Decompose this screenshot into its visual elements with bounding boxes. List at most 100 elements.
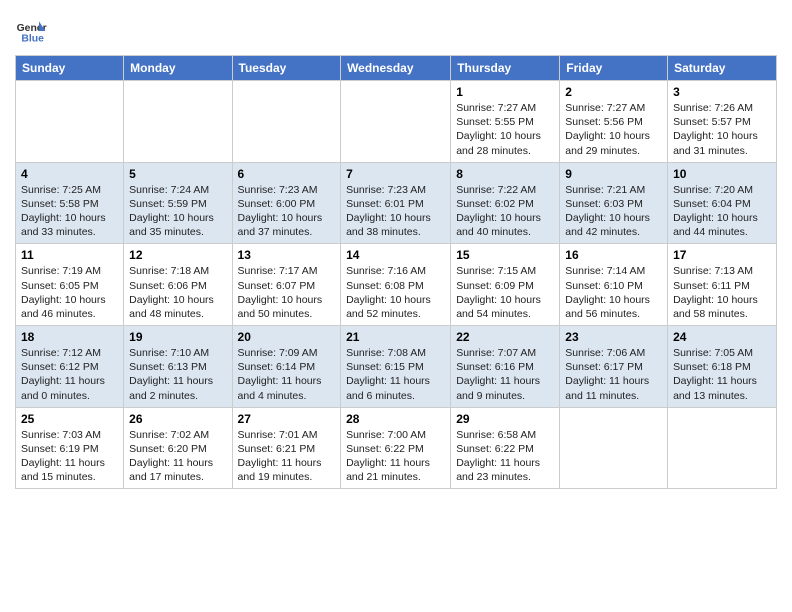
day-content: Sunrise: 7:13 AMSunset: 6:11 PMDaylight:…: [673, 264, 771, 321]
calendar-cell: 14 Sunrise: 7:16 AMSunset: 6:08 PMDayligh…: [341, 244, 451, 326]
calendar-cell: 27 Sunrise: 7:01 AMSunset: 6:21 PMDayligh…: [232, 407, 341, 489]
calendar-cell: 29 Sunrise: 6:58 AMSunset: 6:22 PMDayligh…: [451, 407, 560, 489]
week-row-0: 1 Sunrise: 7:27 AMSunset: 5:55 PMDaylight…: [16, 81, 777, 163]
day-number: 23: [565, 330, 662, 344]
calendar-cell: 3 Sunrise: 7:26 AMSunset: 5:57 PMDaylight…: [668, 81, 777, 163]
day-number: 1: [456, 85, 554, 99]
day-number: 6: [238, 167, 336, 181]
calendar-cell: 28Sunrise: 7:00 AMSunset: 6:22 PMDayligh…: [341, 407, 451, 489]
day-content: Sunrise: 7:26 AMSunset: 5:57 PMDaylight:…: [673, 101, 771, 158]
day-content: Sunrise: 7:08 AMSunset: 6:15 PMDaylight:…: [346, 346, 445, 403]
calendar-cell: [232, 81, 341, 163]
calendar-cell: 24 Sunrise: 7:05 AMSunset: 6:18 PMDayligh…: [668, 326, 777, 408]
calendar-cell: 18 Sunrise: 7:12 AMSunset: 6:12 PMDayligh…: [16, 326, 124, 408]
day-number: 4: [21, 167, 118, 181]
calendar-cell: 16 Sunrise: 7:14 AMSunset: 6:10 PMDayligh…: [560, 244, 668, 326]
calendar-cell: 4 Sunrise: 7:25 AMSunset: 5:58 PMDaylight…: [16, 162, 124, 244]
day-content: Sunrise: 7:27 AMSunset: 5:56 PMDaylight:…: [565, 101, 662, 158]
header-sunday: Sunday: [16, 56, 124, 81]
page-header: General Blue: [15, 10, 777, 47]
calendar-cell: [124, 81, 232, 163]
week-row-1: 4 Sunrise: 7:25 AMSunset: 5:58 PMDaylight…: [16, 162, 777, 244]
day-number: 18: [21, 330, 118, 344]
day-number: 12: [129, 248, 226, 262]
day-content: Sunrise: 7:02 AMSunset: 6:20 PMDaylight:…: [129, 428, 226, 485]
day-number: 20: [238, 330, 336, 344]
header-row: SundayMondayTuesdayWednesdayThursdayFrid…: [16, 56, 777, 81]
calendar-cell: [341, 81, 451, 163]
calendar-cell: 12 Sunrise: 7:18 AMSunset: 6:06 PMDayligh…: [124, 244, 232, 326]
calendar-cell: 1 Sunrise: 7:27 AMSunset: 5:55 PMDaylight…: [451, 81, 560, 163]
day-content: Sunrise: 7:14 AMSunset: 6:10 PMDaylight:…: [565, 264, 662, 321]
day-content: Sunrise: 7:22 AMSunset: 6:02 PMDaylight:…: [456, 183, 554, 240]
day-content: Sunrise: 7:10 AMSunset: 6:13 PMDaylight:…: [129, 346, 226, 403]
day-number: 5: [129, 167, 226, 181]
day-number: 3: [673, 85, 771, 99]
day-content: Sunrise: 7:24 AMSunset: 5:59 PMDaylight:…: [129, 183, 226, 240]
day-number: 27: [238, 412, 336, 426]
day-number: 21: [346, 330, 445, 344]
day-content: Sunrise: 7:03 AMSunset: 6:19 PMDaylight:…: [21, 428, 118, 485]
day-content: Sunrise: 7:23 AMSunset: 6:00 PMDaylight:…: [238, 183, 336, 240]
header-thursday: Thursday: [451, 56, 560, 81]
calendar-cell: 7Sunrise: 7:23 AMSunset: 6:01 PMDaylight…: [341, 162, 451, 244]
svg-text:Blue: Blue: [21, 33, 44, 44]
calendar-cell: 17 Sunrise: 7:13 AMSunset: 6:11 PMDayligh…: [668, 244, 777, 326]
calendar-cell: 15 Sunrise: 7:15 AMSunset: 6:09 PMDayligh…: [451, 244, 560, 326]
day-number: 28: [346, 412, 445, 426]
day-number: 24: [673, 330, 771, 344]
day-content: Sunrise: 7:27 AMSunset: 5:55 PMDaylight:…: [456, 101, 554, 158]
day-content: Sunrise: 7:21 AMSunset: 6:03 PMDaylight:…: [565, 183, 662, 240]
calendar-cell: 5 Sunrise: 7:24 AMSunset: 5:59 PMDaylight…: [124, 162, 232, 244]
calendar-cell: [560, 407, 668, 489]
day-number: 14: [346, 248, 445, 262]
day-content: Sunrise: 7:09 AMSunset: 6:14 PMDaylight:…: [238, 346, 336, 403]
calendar-cell: 23 Sunrise: 7:06 AMSunset: 6:17 PMDayligh…: [560, 326, 668, 408]
day-content: Sunrise: 7:18 AMSunset: 6:06 PMDaylight:…: [129, 264, 226, 321]
day-number: 26: [129, 412, 226, 426]
calendar-cell: 11Sunrise: 7:19 AMSunset: 6:05 PMDayligh…: [16, 244, 124, 326]
week-row-4: 25 Sunrise: 7:03 AMSunset: 6:19 PMDayligh…: [16, 407, 777, 489]
calendar-cell: 6 Sunrise: 7:23 AMSunset: 6:00 PMDaylight…: [232, 162, 341, 244]
day-content: Sunrise: 7:01 AMSunset: 6:21 PMDaylight:…: [238, 428, 336, 485]
calendar-cell: 13Sunrise: 7:17 AMSunset: 6:07 PMDayligh…: [232, 244, 341, 326]
day-content: Sunrise: 7:15 AMSunset: 6:09 PMDaylight:…: [456, 264, 554, 321]
calendar-cell: 20 Sunrise: 7:09 AMSunset: 6:14 PMDayligh…: [232, 326, 341, 408]
day-number: 25: [21, 412, 118, 426]
logo: General Blue: [15, 15, 49, 47]
day-number: 8: [456, 167, 554, 181]
day-content: Sunrise: 7:16 AMSunset: 6:08 PMDaylight:…: [346, 264, 445, 321]
day-content: Sunrise: 7:06 AMSunset: 6:17 PMDaylight:…: [565, 346, 662, 403]
logo-icon: General Blue: [15, 15, 47, 47]
day-content: Sunrise: 7:20 AMSunset: 6:04 PMDaylight:…: [673, 183, 771, 240]
calendar-cell: 2 Sunrise: 7:27 AMSunset: 5:56 PMDaylight…: [560, 81, 668, 163]
calendar-table: SundayMondayTuesdayWednesdayThursdayFrid…: [15, 55, 777, 489]
calendar-cell: 19Sunrise: 7:10 AMSunset: 6:13 PMDayligh…: [124, 326, 232, 408]
day-number: 2: [565, 85, 662, 99]
header-friday: Friday: [560, 56, 668, 81]
day-content: Sunrise: 7:07 AMSunset: 6:16 PMDaylight:…: [456, 346, 554, 403]
header-saturday: Saturday: [668, 56, 777, 81]
week-row-2: 11Sunrise: 7:19 AMSunset: 6:05 PMDayligh…: [16, 244, 777, 326]
calendar-cell: [668, 407, 777, 489]
day-number: 9: [565, 167, 662, 181]
day-number: 13: [238, 248, 336, 262]
day-number: 17: [673, 248, 771, 262]
day-content: Sunrise: 7:12 AMSunset: 6:12 PMDaylight:…: [21, 346, 118, 403]
day-content: Sunrise: 7:23 AMSunset: 6:01 PMDaylight:…: [346, 183, 445, 240]
day-content: Sunrise: 6:58 AMSunset: 6:22 PMDaylight:…: [456, 428, 554, 485]
calendar-cell: 9 Sunrise: 7:21 AMSunset: 6:03 PMDaylight…: [560, 162, 668, 244]
calendar-cell: 25 Sunrise: 7:03 AMSunset: 6:19 PMDayligh…: [16, 407, 124, 489]
calendar-cell: 22 Sunrise: 7:07 AMSunset: 6:16 PMDayligh…: [451, 326, 560, 408]
day-content: Sunrise: 7:25 AMSunset: 5:58 PMDaylight:…: [21, 183, 118, 240]
day-content: Sunrise: 7:19 AMSunset: 6:05 PMDaylight:…: [21, 264, 118, 321]
day-number: 16: [565, 248, 662, 262]
header-tuesday: Tuesday: [232, 56, 341, 81]
day-content: Sunrise: 7:05 AMSunset: 6:18 PMDaylight:…: [673, 346, 771, 403]
day-number: 15: [456, 248, 554, 262]
day-number: 10: [673, 167, 771, 181]
day-number: 22: [456, 330, 554, 344]
calendar-cell: 21 Sunrise: 7:08 AMSunset: 6:15 PMDayligh…: [341, 326, 451, 408]
day-number: 29: [456, 412, 554, 426]
calendar-cell: [16, 81, 124, 163]
